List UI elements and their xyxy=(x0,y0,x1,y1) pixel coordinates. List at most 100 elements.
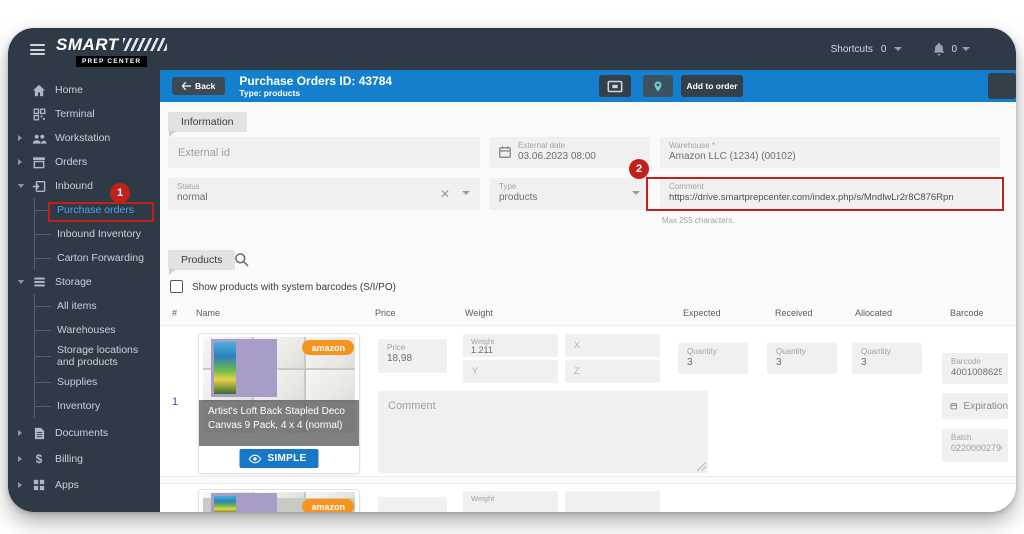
warehouse-field[interactable]: Warehouse * Amazon LLC (1234) (00102) xyxy=(660,137,1000,168)
dimension-x-field[interactable] xyxy=(565,491,660,512)
sidebar-item-warehouses[interactable]: Warehouses xyxy=(35,318,160,342)
weight-field[interactable]: Weight 1.211 xyxy=(463,334,558,357)
chevron-down-icon[interactable] xyxy=(632,191,640,195)
row-comment-textarea[interactable] xyxy=(378,391,708,473)
calendar-icon xyxy=(498,145,512,159)
column-header-received: Received xyxy=(775,308,813,318)
clear-icon[interactable]: ✕ xyxy=(440,187,450,201)
dimension-z-field[interactable]: Z xyxy=(565,360,660,383)
price-field[interactable]: Price 18,98 xyxy=(378,339,447,373)
product-card[interactable]: amazon Artist's Loft Back Stapled Deco C… xyxy=(198,333,360,474)
batch-field[interactable]: Batch 02200002790 xyxy=(942,429,1008,462)
tab-information[interactable]: Information xyxy=(168,112,247,132)
sidebar: Home Terminal Workstation Orders Inbound… xyxy=(8,70,160,512)
chevron-right-icon xyxy=(18,456,22,462)
row-index: 1 xyxy=(172,396,178,408)
product-label-art xyxy=(211,339,277,397)
price-field[interactable] xyxy=(378,497,447,512)
quantity-label: Quantity xyxy=(776,347,806,356)
sidebar-item-workstation[interactable]: Workstation xyxy=(8,126,160,150)
main-content: Information External date 03.06.2023 08:… xyxy=(160,102,1016,512)
sidebar-item-storage[interactable]: Storage xyxy=(8,270,160,294)
logo-stripes-icon xyxy=(123,38,167,51)
page-title: Purchase Orders ID: 43784 xyxy=(239,75,392,88)
dollar-icon: $ xyxy=(31,452,47,467)
screen-button[interactable] xyxy=(599,75,631,97)
received-quantity-value: 3 xyxy=(776,357,831,368)
sidebar-item-home[interactable]: Home xyxy=(8,78,160,102)
shortcuts-label[interactable]: Shortcuts xyxy=(831,44,873,55)
status-field[interactable]: Status normal ✕ xyxy=(168,178,480,210)
column-header-expected: Expected xyxy=(683,308,721,318)
dimension-x-field[interactable]: X xyxy=(565,334,660,357)
column-header-allocated: Allocated xyxy=(855,308,892,318)
sidebar-item-carton-forwarding[interactable]: Carton Forwarding xyxy=(35,246,160,270)
weight-field[interactable]: Weight xyxy=(463,491,558,512)
search-icon[interactable] xyxy=(234,252,250,268)
weight-value: 1.211 xyxy=(471,345,552,355)
sidebar-item-terminal[interactable]: Terminal xyxy=(8,102,160,126)
page-subtitle: Type: products xyxy=(239,88,392,98)
eye-icon xyxy=(248,454,261,464)
sidebar-item-documents[interactable]: Documents xyxy=(8,421,160,445)
warehouse-label: Warehouse * xyxy=(669,141,715,150)
received-quantity-field[interactable]: Quantity 3 xyxy=(767,343,837,374)
chevron-right-icon xyxy=(18,430,22,436)
expected-quantity-field[interactable]: Quantity 3 xyxy=(678,343,748,374)
expiration-date-button[interactable]: Expiration xyxy=(942,393,1008,419)
comment-field[interactable]: Comment https://drive.smartprepcenter.co… xyxy=(660,178,1000,210)
home-icon xyxy=(31,83,47,98)
app-logo: SMART PREP CENTER xyxy=(56,35,167,55)
quantity-label: Quantity xyxy=(687,347,717,356)
sidebar-item-inbound[interactable]: Inbound xyxy=(8,174,160,198)
type-field[interactable]: Type products xyxy=(490,178,650,210)
system-barcodes-checkbox-label: Show products with system barcodes (S/I/… xyxy=(192,282,396,293)
chevron-down-icon[interactable] xyxy=(462,191,470,195)
sidebar-item-inventory[interactable]: Inventory xyxy=(35,394,160,418)
map-pin-icon xyxy=(652,79,664,94)
sidebar-item-all-items[interactable]: All items xyxy=(35,294,160,318)
chevron-right-icon xyxy=(18,159,22,165)
sidebar-item-orders[interactable]: Orders xyxy=(8,150,160,174)
location-button[interactable] xyxy=(643,75,673,97)
barcode-field[interactable]: Barcode 40010086252 xyxy=(942,353,1008,384)
batch-value: 02200002790 xyxy=(951,443,1002,453)
column-header-barcode: Barcode xyxy=(950,308,984,318)
notifications-menu[interactable]: 0 xyxy=(932,42,970,57)
chevron-down-icon xyxy=(18,184,24,188)
menu-icon[interactable] xyxy=(30,44,45,55)
page-header: Back Purchase Orders ID: 43784 Type: pro… xyxy=(160,70,1016,102)
allocated-quantity-value: 3 xyxy=(861,357,916,368)
column-header-price: Price xyxy=(375,308,396,318)
sidebar-item-apps[interactable]: Apps xyxy=(8,473,160,497)
sidebar-item-billing[interactable]: $ Billing xyxy=(8,447,160,471)
external-date-label: External date xyxy=(518,141,565,150)
resize-handle[interactable] xyxy=(697,462,706,471)
add-to-order-button[interactable]: Add to order xyxy=(681,75,743,97)
view-simple-button[interactable]: SIMPLE xyxy=(239,449,318,468)
external-id-input[interactable] xyxy=(168,137,480,168)
product-row: 1 amazon Artist's Loft Back Stapled Deco… xyxy=(160,325,1016,477)
back-button[interactable]: Back xyxy=(172,77,225,95)
dimension-y-field[interactable]: Y xyxy=(463,360,558,383)
product-label-art xyxy=(211,493,277,512)
app-window: SMART PREP CENTER Shortcuts 0 0 Back Pur… xyxy=(8,28,1016,512)
chevron-down-icon xyxy=(18,280,24,284)
tab-products[interactable]: Products xyxy=(168,250,235,270)
header-partial-button[interactable] xyxy=(988,73,1016,99)
system-barcodes-checkbox[interactable] xyxy=(170,280,183,293)
allocated-quantity-field[interactable]: Quantity 3 xyxy=(852,343,922,374)
sidebar-item-inbound-inventory[interactable]: Inbound Inventory xyxy=(35,222,160,246)
sidebar-item-supplies[interactable]: Supplies xyxy=(35,370,160,394)
barcode-value: 40010086252 xyxy=(951,367,1002,378)
sidebar-item-purchase-orders[interactable]: Purchase orders xyxy=(35,198,160,222)
logo-subtext: PREP CENTER xyxy=(76,56,147,67)
chevron-right-icon xyxy=(18,135,22,141)
product-card[interactable]: amazon xyxy=(198,489,360,512)
top-bar: SMART PREP CENTER Shortcuts 0 0 xyxy=(8,28,1016,70)
notifications-count: 0 xyxy=(951,44,957,55)
external-date-field[interactable]: External date 03.06.2023 08:00 xyxy=(490,137,650,168)
arrow-left-icon xyxy=(182,82,191,90)
chevron-down-icon[interactable] xyxy=(894,47,902,51)
sidebar-item-storage-locations[interactable]: Storage locations and products xyxy=(35,342,160,370)
